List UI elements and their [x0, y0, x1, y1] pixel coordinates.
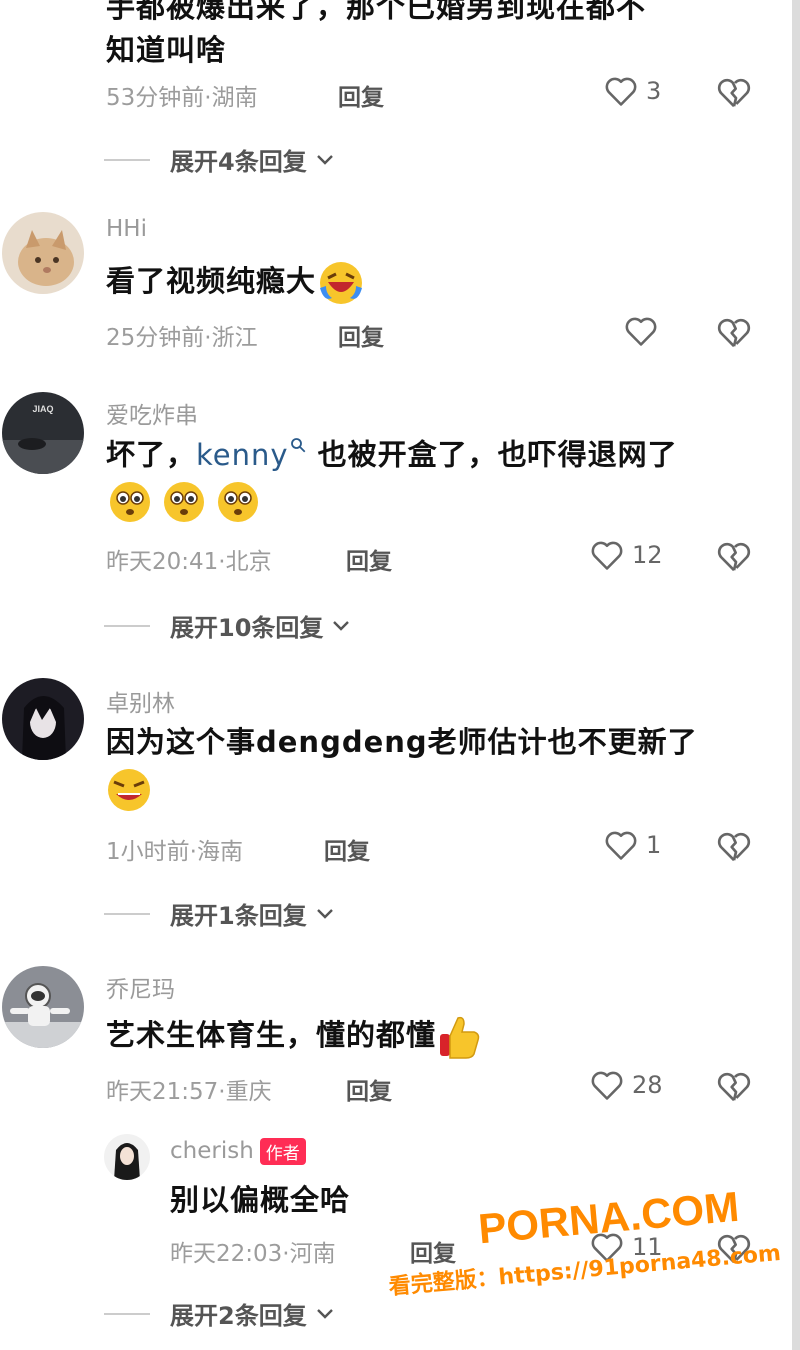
comment-item: 卓别林 因为这个事dengdeng老师估计也不更新了 1小时前·海南 回复 1 …: [0, 676, 792, 936]
reply-item: cherish 作者 别以偏概全哈 昨天22:03·河南 回复 11 展开2条回复: [0, 1134, 792, 1344]
expand-divider: [104, 912, 150, 915]
avatar[interactable]: [2, 966, 84, 1048]
like-button[interactable]: [622, 312, 660, 350]
laughing-crying-emoji-icon: [320, 262, 363, 304]
avatar[interactable]: [2, 212, 84, 294]
like-button[interactable]: 1: [602, 826, 661, 864]
right-edge-strip: [792, 0, 800, 1350]
expand-divider: [104, 624, 150, 627]
broken-heart-icon: [717, 78, 751, 108]
comment-text: 坏了，kenny 也被开盒了，也吓得退网了: [106, 436, 678, 473]
reply-author: cherish 作者: [170, 1138, 306, 1165]
emoji-row: [104, 478, 264, 526]
comment-text-post: 也被开盒了，也吓得退网了: [306, 437, 678, 472]
comment-meta: 昨天21:57·重庆: [106, 1079, 272, 1105]
like-count: 1: [646, 831, 662, 859]
expand-replies[interactable]: 展开2条回复: [104, 1296, 337, 1331]
dislike-button[interactable]: [714, 536, 754, 580]
author-badge: 作者: [259, 1138, 306, 1165]
scared-emoji-icon: [110, 482, 258, 522]
portrait-avatar-icon: [104, 1134, 150, 1180]
expand-replies-label: 展开10条回复: [170, 614, 324, 642]
mention-link[interactable]: kenny: [196, 438, 307, 472]
reply-button[interactable]: 回复: [338, 78, 384, 112]
reply-button[interactable]: 回复: [324, 832, 370, 866]
heart-outline-icon: [625, 317, 657, 346]
expand-replies[interactable]: 展开10条回复: [104, 608, 353, 643]
heart-outline-icon: [605, 831, 637, 860]
chevron-down-icon: [316, 1308, 333, 1319]
expand-replies-label: 展开2条回复: [170, 1302, 307, 1330]
comment-item: HHi 看了视频纯瘾大 25分钟前·浙江 回复: [0, 208, 792, 358]
comment-text-body: 看了视频纯瘾大: [106, 264, 317, 298]
comment-meta: 25分钟前·浙江: [106, 325, 258, 351]
username[interactable]: HHi: [106, 216, 147, 242]
avatar[interactable]: JIAQ: [2, 392, 84, 474]
like-button[interactable]: 12: [588, 536, 663, 574]
comment-item-top: 手都被爆出来了，那个已婚男到现在都不 知道叫啥 53分钟前·湖南 回复 3 展开…: [0, 0, 792, 190]
comment-meta: 昨天20:41·北京: [106, 549, 272, 575]
comment-item: JIAQ 爱吃炸串 坏了，kenny 也被开盒了，也吓得退网了 昨天20:41·…: [0, 388, 792, 648]
heart-outline-icon: [591, 1071, 623, 1100]
search-icon: [290, 438, 305, 453]
dark-landscape-avatar-icon: JIAQ: [2, 392, 84, 474]
comment-meta: 昨天22:03·河南: [170, 1241, 336, 1267]
comment-text: 别以偏概全哈: [170, 1183, 351, 1217]
reply-button[interactable]: 回复: [346, 542, 392, 576]
anime-character-avatar-icon: [2, 678, 84, 760]
expand-replies[interactable]: 展开4条回复: [104, 142, 337, 177]
chevron-down-icon: [333, 620, 350, 631]
like-count: 3: [646, 77, 662, 105]
dislike-button[interactable]: [714, 1066, 754, 1110]
avatar[interactable]: [104, 1134, 150, 1180]
broken-heart-icon: [717, 542, 751, 572]
dislike-button[interactable]: [714, 312, 754, 356]
like-button[interactable]: 3: [602, 72, 661, 110]
emoji-row: [104, 766, 154, 814]
username[interactable]: 乔尼玛: [106, 970, 175, 1004]
avatar[interactable]: [2, 678, 84, 760]
expand-divider: [104, 158, 150, 161]
comment-item: 乔尼玛 艺术生体育生，懂的都懂 昨天21:57·重庆 回复 28: [0, 962, 792, 1112]
comment-text-body: 艺术生体育生，懂的都懂: [106, 1018, 437, 1052]
heart-outline-icon: [605, 77, 637, 106]
comment-text-pre: 坏了，: [106, 437, 197, 472]
chevron-down-icon: [316, 908, 333, 919]
comment-meta: 1小时前·海南: [106, 839, 243, 865]
username[interactable]: 爱吃炸串: [106, 396, 198, 430]
chevron-down-icon: [316, 154, 333, 165]
astronaut-avatar-icon: [2, 966, 84, 1048]
comment-text: 因为这个事dengdeng老师估计也不更新了: [106, 725, 698, 759]
broken-heart-icon: [717, 1072, 751, 1102]
like-button[interactable]: 28: [588, 1066, 663, 1104]
cat-avatar-icon: [2, 212, 84, 294]
comment-text: 艺术生体育生，懂的都懂: [106, 1012, 482, 1062]
dislike-button[interactable]: [714, 72, 754, 116]
expand-replies-label: 展开4条回复: [170, 148, 307, 176]
thumbs-up-emoji-icon: [440, 1016, 480, 1059]
mention-name: kenny: [196, 437, 289, 472]
reply-button[interactable]: 回复: [338, 318, 384, 352]
username[interactable]: cherish: [170, 1138, 254, 1164]
expand-replies[interactable]: 展开1条回复: [104, 896, 337, 931]
like-count: 28: [632, 1071, 663, 1099]
like-count: 12: [632, 541, 663, 569]
heart-outline-icon: [591, 541, 623, 570]
angry-grin-emoji-icon: [108, 769, 150, 811]
broken-heart-icon: [717, 832, 751, 862]
avatar-text: JIAQ: [32, 404, 53, 414]
comment-text-line1-partial: 手都被爆出来了，那个已婚男到现在都不: [106, 0, 647, 24]
broken-heart-icon: [717, 318, 751, 348]
comment-text: 知道叫啥: [106, 33, 227, 67]
username[interactable]: 卓别林: [106, 684, 175, 718]
expand-divider: [104, 1312, 150, 1315]
expand-replies-label: 展开1条回复: [170, 902, 307, 930]
dislike-button[interactable]: [714, 826, 754, 870]
comment-meta: 53分钟前·湖南: [106, 85, 258, 111]
reply-button[interactable]: 回复: [346, 1072, 392, 1106]
comment-text: 看了视频纯瘾大: [106, 258, 366, 308]
